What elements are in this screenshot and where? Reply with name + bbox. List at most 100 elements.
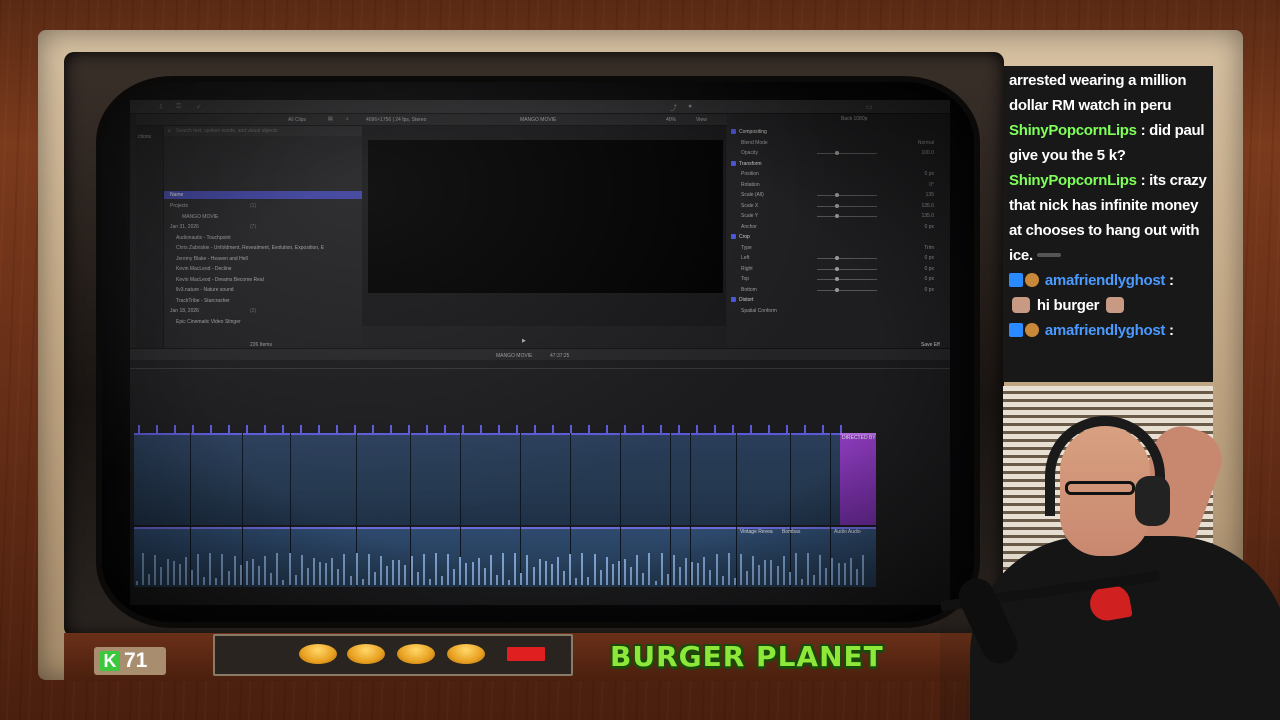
section-checkbox[interactable] bbox=[731, 297, 736, 302]
inspector-value[interactable]: 0 px bbox=[925, 255, 934, 261]
clip-marker[interactable] bbox=[156, 425, 158, 433]
clip-marker[interactable] bbox=[804, 425, 806, 433]
inspector-row[interactable]: Scale X 135.0 bbox=[727, 201, 950, 211]
list-item[interactable]: Audionautix - Touchpoint bbox=[164, 233, 362, 243]
slider-knob[interactable] bbox=[835, 193, 839, 197]
slider-track[interactable] bbox=[817, 216, 877, 217]
section-checkbox[interactable] bbox=[731, 129, 736, 134]
slider-track[interactable] bbox=[817, 195, 877, 196]
clip-marker[interactable] bbox=[300, 425, 302, 433]
clip-marker[interactable] bbox=[696, 425, 698, 433]
inspector-row[interactable]: Spatial Conform bbox=[727, 306, 950, 316]
inspector-row[interactable]: Opacity 100.0 bbox=[727, 148, 950, 158]
list-item[interactable]: Jan 31, 2026 (7) bbox=[164, 222, 362, 232]
slider-track[interactable] bbox=[817, 279, 877, 280]
clip-marker[interactable] bbox=[444, 425, 446, 433]
clip-marker[interactable] bbox=[228, 425, 230, 433]
inspector-value[interactable]: 0 px bbox=[925, 266, 934, 272]
section-checkbox[interactable] bbox=[731, 234, 736, 239]
inspector-section[interactable]: Crop bbox=[727, 232, 950, 242]
slider-knob[interactable] bbox=[835, 287, 839, 292]
video-preview[interactable] bbox=[368, 140, 723, 293]
clip-marker[interactable] bbox=[786, 425, 788, 433]
inspector-value[interactable]: Normal bbox=[918, 140, 934, 146]
clip-marker[interactable] bbox=[354, 425, 356, 433]
clip-marker[interactable] bbox=[606, 425, 608, 433]
import-icon[interactable]: ⇩ bbox=[158, 103, 164, 111]
timeline-project-title[interactable]: MANGO MOVIE bbox=[496, 353, 532, 359]
clip-marker[interactable] bbox=[264, 425, 266, 433]
clip-marker[interactable] bbox=[192, 425, 194, 433]
view-menu[interactable]: View bbox=[696, 117, 707, 123]
slider-knob[interactable] bbox=[835, 151, 839, 155]
inspector-row[interactable]: Blend Mode Normal bbox=[727, 138, 950, 148]
slider-track[interactable] bbox=[817, 205, 877, 207]
inspector-section[interactable]: Compositing bbox=[727, 127, 950, 137]
inspector-row[interactable]: Left 0 px bbox=[727, 253, 950, 263]
inspector-value[interactable]: 135 bbox=[926, 192, 934, 198]
inspector-value[interactable]: 135.0 bbox=[921, 203, 934, 209]
clip-marker[interactable] bbox=[282, 425, 284, 433]
share-icon[interactable]: ⤴ bbox=[670, 103, 677, 113]
inspector-section[interactable]: Distort bbox=[727, 295, 950, 305]
layout-icon[interactable]: ▭ bbox=[866, 103, 873, 111]
search-field[interactable]: ⌕ Search text, spoken words, and visual … bbox=[164, 126, 362, 136]
list-item[interactable]: Projects (1) bbox=[164, 201, 362, 211]
inspector-row[interactable]: Type Trim bbox=[727, 243, 950, 253]
list-item[interactable]: Kevin MacLeod - Dreams Become Real bbox=[164, 275, 362, 285]
inspector-value[interactable]: 135.0 bbox=[921, 213, 934, 219]
inspector-row[interactable]: Scale Y 135.0 bbox=[727, 211, 950, 221]
list-item[interactable]: Jan 18, 2026 (2) bbox=[164, 306, 362, 316]
inspector-value[interactable]: 100.0 bbox=[921, 150, 934, 156]
column-header-name[interactable]: Name bbox=[164, 191, 362, 199]
clip-marker[interactable] bbox=[336, 425, 338, 433]
list-item[interactable]: llv3.nature - Nature sound bbox=[164, 285, 362, 295]
timeline[interactable]: Vintage Revea Bombas Audio Audio DIRECTED B… bbox=[130, 369, 950, 605]
clip-marker[interactable] bbox=[552, 425, 554, 433]
all-clips-menu[interactable]: All Clips bbox=[288, 117, 306, 123]
clip-marker[interactable] bbox=[642, 425, 644, 433]
clip-marker[interactable] bbox=[660, 425, 662, 433]
clip-marker[interactable] bbox=[462, 425, 464, 433]
clip-marker[interactable] bbox=[822, 425, 824, 433]
section-checkbox[interactable] bbox=[731, 160, 736, 166]
list-item[interactable]: MANGO MOVIE bbox=[164, 212, 362, 222]
zoom-menu[interactable]: 40% bbox=[666, 117, 676, 123]
play-icon[interactable]: ▶ bbox=[522, 338, 526, 344]
inspector-value[interactable]: 0 px bbox=[925, 276, 934, 282]
clip-marker[interactable] bbox=[750, 425, 752, 433]
chat-username[interactable]: ShinyPopcornLips bbox=[1009, 122, 1137, 139]
clip-marker[interactable] bbox=[318, 425, 320, 433]
clip-marker[interactable] bbox=[372, 425, 374, 433]
clip-marker[interactable] bbox=[408, 425, 410, 433]
inspector-value[interactable]: 0 px bbox=[925, 224, 934, 230]
slider-track[interactable] bbox=[817, 258, 877, 259]
clip-marker[interactable] bbox=[390, 425, 392, 433]
slider-knob[interactable] bbox=[835, 203, 839, 208]
clip-marker[interactable] bbox=[246, 425, 248, 433]
clip-marker[interactable] bbox=[516, 425, 518, 433]
list-item[interactable]: TrackTribe - Starcrasher bbox=[164, 296, 362, 306]
inspector-value[interactable]: 0 px bbox=[925, 171, 934, 177]
inspector-value[interactable]: 0° bbox=[929, 182, 934, 188]
clip-marker[interactable] bbox=[480, 425, 482, 433]
clip-marker[interactable] bbox=[174, 425, 176, 433]
inspector-row[interactable]: Position 0 px bbox=[727, 169, 950, 179]
slider-knob[interactable] bbox=[835, 277, 839, 281]
inspector-row[interactable]: Bottom 0 px bbox=[727, 285, 950, 295]
inspector-row[interactable]: Right 0 px bbox=[727, 264, 950, 274]
inspector-row[interactable]: Rotation 0° bbox=[727, 180, 950, 190]
inspector-row[interactable]: Scale (All) 135 bbox=[727, 190, 950, 200]
slider-knob[interactable] bbox=[835, 256, 839, 260]
clip-marker[interactable] bbox=[426, 425, 428, 433]
slider-track[interactable] bbox=[817, 268, 877, 270]
list-item[interactable]: Chris Zabriskie - Unfoldment, Revealment… bbox=[164, 243, 362, 253]
inspector-value[interactable]: 0 px bbox=[925, 287, 934, 293]
clip-marker[interactable] bbox=[570, 425, 572, 433]
keyword-icon[interactable]: ⚿ bbox=[176, 103, 181, 111]
list-item[interactable]: Epic Cinematic Video Stinger bbox=[164, 317, 362, 327]
clip-marker[interactable] bbox=[588, 425, 590, 433]
clip-marker[interactable] bbox=[138, 425, 140, 433]
check-icon[interactable]: ✓ bbox=[196, 103, 202, 111]
slider-knob[interactable] bbox=[835, 214, 839, 218]
